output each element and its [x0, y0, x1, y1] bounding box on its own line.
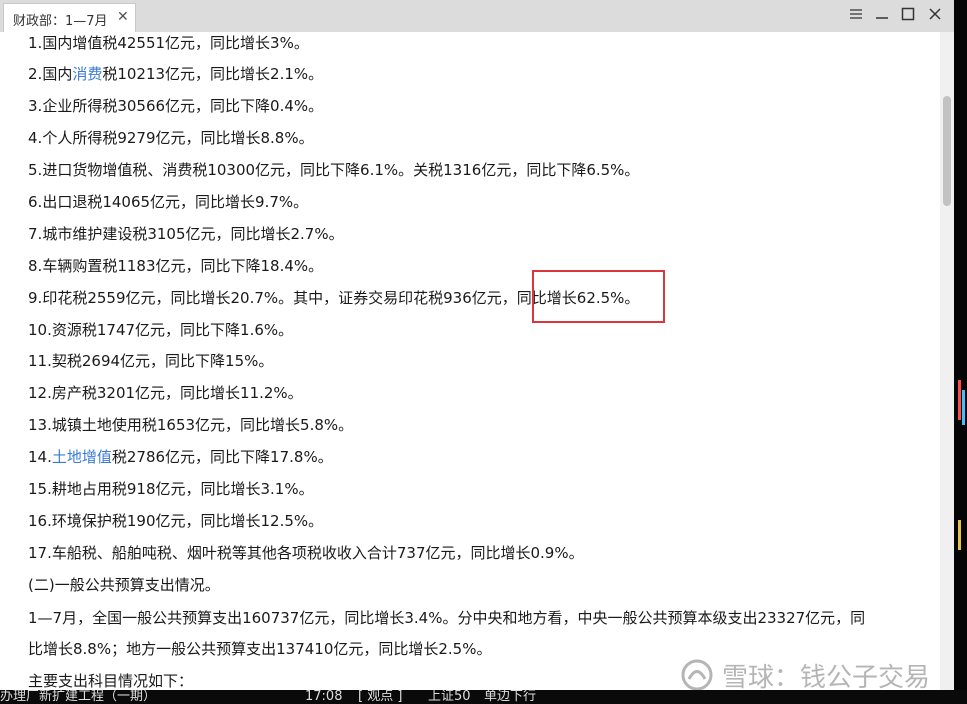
highlight-box: [532, 270, 665, 323]
status-bar: 办理厂新扩建工程（一期） 17:08 [ 观点 ] 上证50 单边下行: [0, 690, 967, 704]
list-item: 11.契税2694亿元，同比下降15%。: [28, 352, 274, 370]
list-item: 10.资源税1747亿元，同比下降1.6%。: [28, 321, 294, 339]
maximize-icon[interactable]: [895, 5, 921, 25]
vertical-scrollbar[interactable]: [940, 32, 954, 704]
subheading: 主要支出科目情况如下：: [28, 672, 194, 690]
list-item: 1.国内增值税42551亿元，同比增长3%。: [28, 34, 309, 52]
status-tag: [ 观点 ]: [358, 690, 403, 704]
keyword-link[interactable]: 土地增值: [52, 448, 112, 466]
status-news-title: 办理厂新扩建工程（一期）: [0, 690, 157, 704]
list-item: 6.出口退税14065亿元，同比增长9.7%。: [28, 193, 309, 211]
list-item: 2.国内消费税10213亿元，同比增长2.1%。: [28, 65, 324, 83]
list-item: 15.耕地占用税918亿元，同比增长3.1%。: [28, 480, 314, 498]
status-time: 17:08: [305, 690, 343, 704]
list-item: 8.车辆购置税1183亿元，同比下降18.4%。: [28, 257, 324, 275]
snowball-logo-icon: [681, 659, 713, 691]
status-index: 上证50: [428, 690, 471, 704]
keyword-link[interactable]: 消费: [72, 65, 102, 83]
list-item: 16.环境保护税190亿元，同比增长12.5%。: [28, 512, 324, 530]
list-item: 14.土地增值税2786亿元，同比下降17.8%。: [28, 448, 333, 466]
background-chart-strip: [954, 0, 967, 704]
section-heading: (二)一般公共预算支出情况。: [28, 576, 220, 594]
list-item: 12.房产税3201亿元，同比增长11.2%。: [28, 384, 303, 402]
paragraph-line: 比增长8.8%；地方一般公共预算支出137410亿元，同比增长2.5%。: [28, 640, 492, 658]
list-item: 17.车船税、船舶吨税、烟叶税等其他各项税收收入合计737亿元，同比增长0.9%…: [28, 544, 584, 562]
list-item: 4.个人所得税9279亿元，同比增长8.8%。: [28, 129, 314, 147]
paragraph-line: 1—7月，全国一般公共预算支出160737亿元，同比增长3.4%。分中央和地方看…: [28, 609, 866, 627]
list-item: 13.城镇土地使用税1653亿元，同比增长5.8%。: [28, 416, 354, 434]
title-bar: 财政部：1—7月 ✕: [0, 0, 954, 32]
tab-title: 财政部：1—7月: [13, 14, 108, 29]
list-item: 3.企业所得税30566亿元，同比下降0.4%。: [28, 97, 324, 115]
close-window-icon[interactable]: [922, 5, 948, 25]
article-window: 财政部：1—7月 ✕ 1.国内增值税42551亿元，同比增长3%。 2.国内消费…: [0, 0, 954, 704]
watermark: 雪球：钱公子交易: [680, 655, 930, 695]
browser-tab[interactable]: 财政部：1—7月 ✕: [3, 3, 136, 32]
menu-icon[interactable]: [843, 5, 869, 25]
scrollbar-thumb[interactable]: [943, 96, 951, 206]
minimize-icon[interactable]: [869, 5, 895, 25]
list-item: 5.进口货物增值税、消费税10300亿元，同比下降6.1%。关税1316亿元，同…: [28, 161, 640, 179]
status-trend: 单边下行: [484, 690, 537, 704]
article-content: 1.国内增值税42551亿元，同比增长3%。 2.国内消费税10213亿元，同比…: [0, 32, 940, 704]
list-item: 7.城市维护建设税3105亿元，同比增长2.7%。: [28, 225, 344, 243]
watermark-text: 雪球：钱公子交易: [722, 662, 931, 693]
tab-close-icon[interactable]: ✕: [117, 9, 129, 25]
